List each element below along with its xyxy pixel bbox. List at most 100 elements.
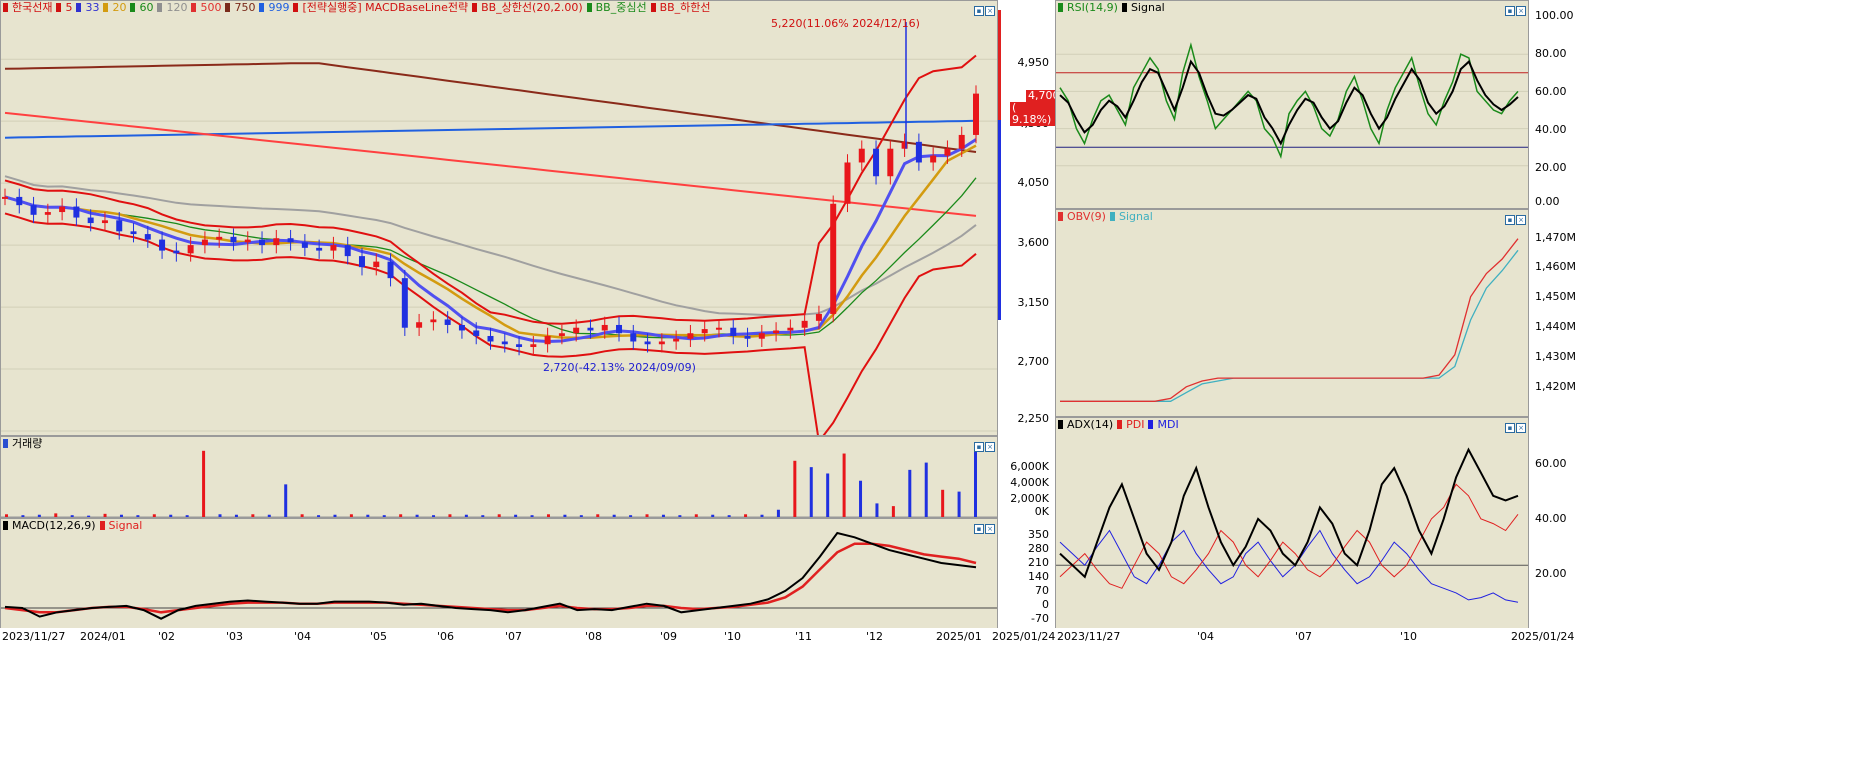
- pane-buttons[interactable]: ▪ ×: [1504, 212, 1526, 225]
- time-axis-label: '06: [437, 630, 455, 643]
- pane-buttons[interactable]: ▪ ×: [973, 3, 995, 16]
- volume-chart: [1, 450, 997, 517]
- candle-body: [16, 196, 23, 206]
- legend-item: MACD(12,26,9): [12, 519, 96, 532]
- volume-pane[interactable]: 거래량 ▪ ×: [0, 436, 998, 518]
- legend-item: [전략실행중] MACDBaseLine전략: [302, 1, 469, 14]
- candle-body: [673, 338, 680, 342]
- volume-bar: [924, 462, 928, 517]
- adx-axis: 60.00 40.00 20.00: [1529, 417, 1871, 628]
- volume-bar: [300, 514, 304, 517]
- candle-body: [573, 327, 580, 334]
- legend-item: BB_하한선: [659, 1, 711, 14]
- volume-bar: [202, 450, 206, 517]
- candle-body: [244, 239, 251, 243]
- candle-body: [715, 327, 722, 330]
- price-axis-label: 3,150: [1017, 296, 1050, 309]
- legend-swatch: [1148, 420, 1154, 429]
- candle-body: [387, 261, 394, 279]
- volume-bar: [678, 515, 682, 517]
- legend-swatch: [130, 3, 136, 12]
- time-axis-label: 2024/01: [80, 630, 126, 643]
- legend-item: 5: [65, 1, 73, 14]
- minimize-icon[interactable]: ▪: [974, 524, 984, 534]
- legend-swatch: [1058, 3, 1063, 12]
- price-pane[interactable]: 한국선재 5 33 20 60 120 500 750 999 [전략실행중] MACDBaseL…: [0, 0, 998, 436]
- obv-axis-label: 1,440M: [1535, 320, 1576, 333]
- minimize-icon[interactable]: ▪: [974, 442, 984, 452]
- volume-bar: [317, 515, 321, 517]
- legend-swatch: [586, 3, 592, 12]
- volume-bar: [349, 514, 353, 517]
- candle-body: [658, 341, 665, 345]
- candle-body: [316, 247, 323, 251]
- pane-buttons[interactable]: ▪ ×: [1504, 420, 1526, 433]
- macd-signal-line: [4, 542, 977, 614]
- close-icon[interactable]: ×: [985, 524, 995, 534]
- volume-legend-text: 거래량: [12, 437, 43, 450]
- volume-bar: [481, 515, 485, 517]
- close-icon[interactable]: ×: [1516, 215, 1526, 225]
- current-price-tag: 4,700: [1026, 90, 1055, 102]
- candle-body: [144, 234, 151, 240]
- volume-bar: [218, 514, 222, 517]
- pane-buttons[interactable]: ▪ ×: [1504, 3, 1526, 16]
- adx-axis-label: 60.00: [1535, 457, 1567, 470]
- adx-axis-label: 20.00: [1535, 567, 1567, 580]
- candle-body: [2, 196, 8, 199]
- close-icon[interactable]: ×: [985, 442, 995, 452]
- minimize-icon[interactable]: ▪: [1505, 423, 1515, 433]
- candle-body: [973, 93, 979, 135]
- rsi-line: [1059, 42, 1519, 160]
- volume-bar: [645, 514, 649, 517]
- close-icon[interactable]: ×: [1516, 6, 1526, 16]
- ma750-line: [4, 62, 977, 153]
- legend-swatch: [225, 3, 231, 12]
- macd-axis-label: 140: [1028, 570, 1049, 583]
- volume-bar: [776, 509, 780, 517]
- volume-bar: [629, 515, 633, 517]
- time-axis-label: 2025/01: [936, 630, 982, 643]
- legend-swatch: [76, 3, 82, 12]
- time-axis-label: '10: [1400, 630, 1418, 643]
- candle-body: [701, 329, 708, 334]
- legend-item: 33: [85, 1, 100, 14]
- time-axis-label: '10: [724, 630, 742, 643]
- volume-bar: [661, 514, 665, 517]
- time-axis-label: 2025/01/24: [992, 630, 1056, 643]
- obv-axis-label: 1,430M: [1535, 350, 1576, 363]
- legend-swatch: [1109, 212, 1115, 221]
- candle-body: [287, 238, 294, 243]
- legend-item: 20: [112, 1, 127, 14]
- minimize-icon[interactable]: ▪: [1505, 6, 1515, 16]
- candle-body: [858, 148, 865, 163]
- candle-body: [730, 327, 737, 336]
- volume-bar: [514, 514, 518, 517]
- time-axis-label: 2023/11/27: [1057, 630, 1121, 643]
- macd-axis-label: 210: [1028, 556, 1049, 569]
- pane-buttons[interactable]: ▪ ×: [973, 521, 995, 534]
- volume-bar: [70, 515, 74, 517]
- close-icon[interactable]: ×: [1516, 423, 1526, 433]
- volume-bar: [563, 514, 567, 517]
- time-axis-label: 2025/01/24: [1511, 630, 1575, 643]
- price-axis-label: 2,250: [1017, 412, 1050, 425]
- close-icon[interactable]: ×: [985, 6, 995, 16]
- macd-axis-label: 70: [1035, 584, 1049, 597]
- rsi-pane[interactable]: RSI(14,9) Signal ▪ ×: [1055, 0, 1529, 209]
- minimize-icon[interactable]: ▪: [1505, 215, 1515, 225]
- candle-body: [830, 203, 837, 314]
- legend-swatch: [3, 3, 8, 12]
- volume-axis-label: 6,000K: [1010, 460, 1049, 473]
- volume-bar: [185, 515, 189, 517]
- candle-body: [644, 341, 651, 345]
- obv-pane[interactable]: OBV(9) Signal ▪ ×: [1055, 209, 1529, 417]
- current-change-tag: ( 9.18%): [1010, 102, 1055, 126]
- volume-bar: [711, 514, 715, 517]
- pane-buttons[interactable]: ▪ ×: [973, 439, 995, 452]
- time-axis-label: '12: [866, 630, 884, 643]
- volume-bar: [793, 460, 797, 517]
- candle-body: [944, 148, 951, 156]
- candle-body: [30, 205, 37, 215]
- minimize-icon[interactable]: ▪: [974, 6, 984, 16]
